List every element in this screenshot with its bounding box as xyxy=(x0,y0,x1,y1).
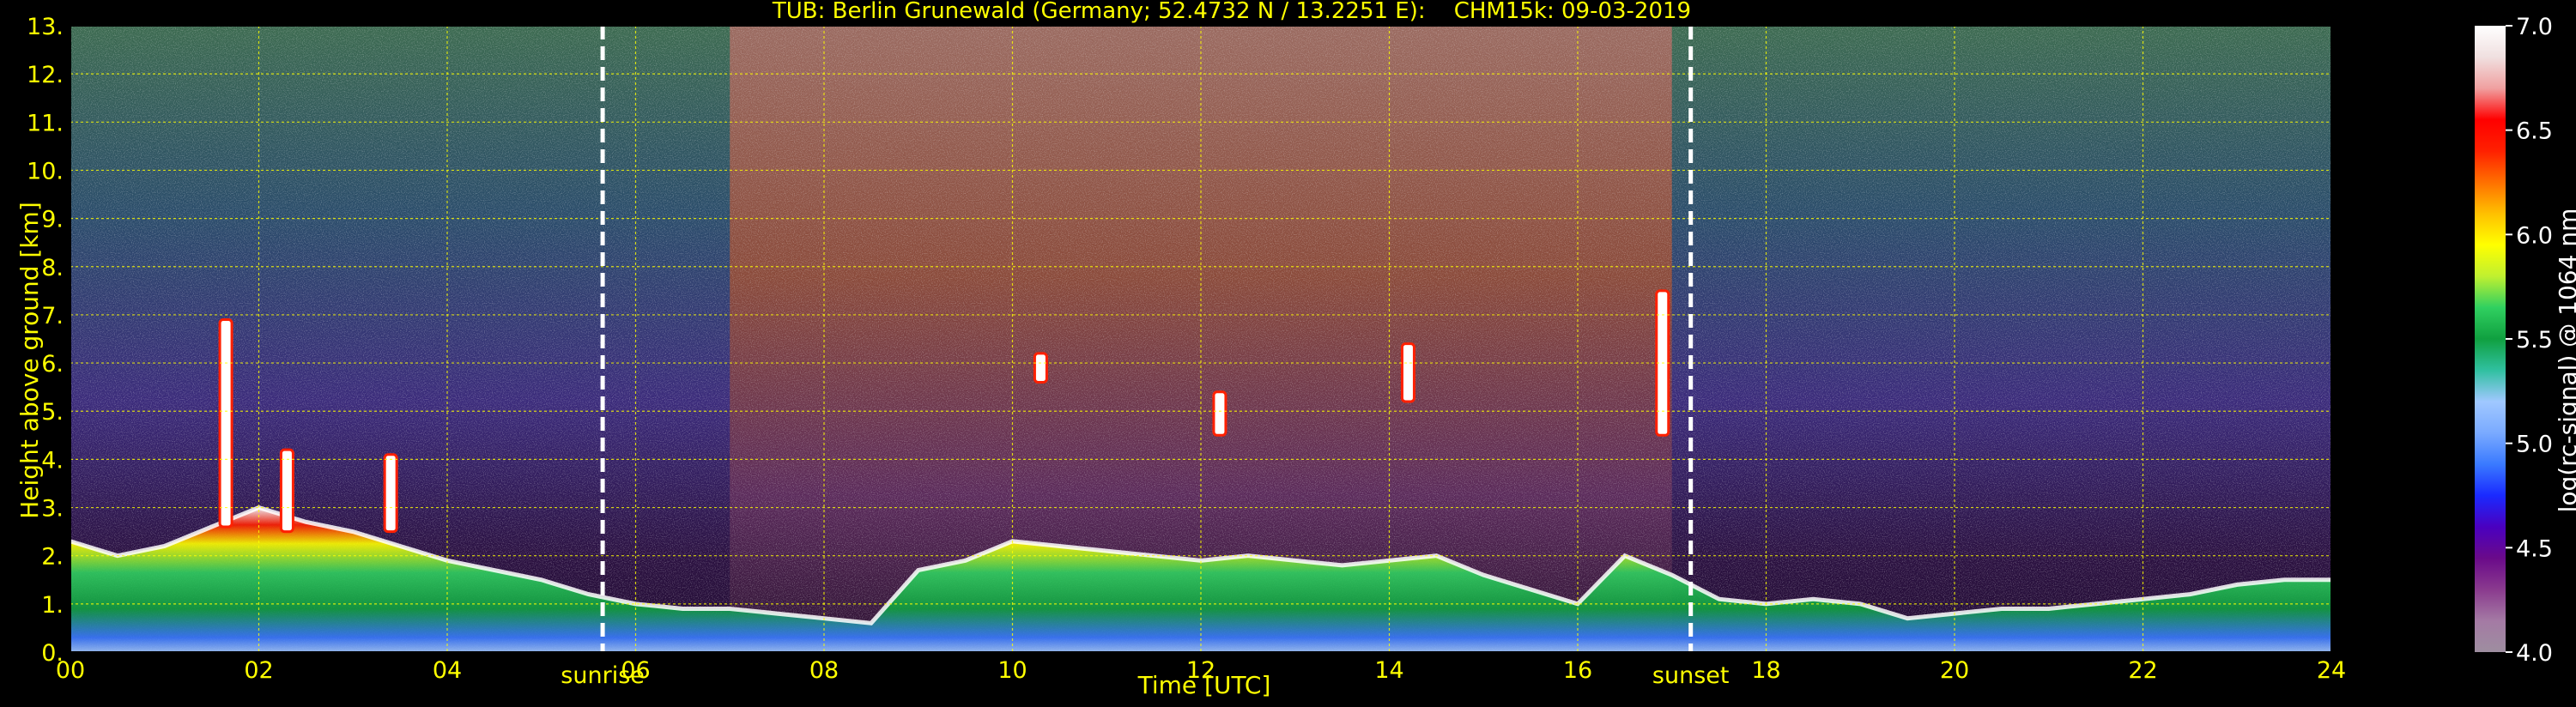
x-tick-label: 20 xyxy=(1940,657,1969,684)
x-tick-label: 12 xyxy=(1186,657,1215,684)
colorbar-tick-label: 4.5 xyxy=(2516,535,2553,562)
cloud-feature xyxy=(218,318,233,529)
y-tick-label: 3. xyxy=(41,496,64,523)
y-tick-label: 0. xyxy=(41,640,64,667)
x-tick-label: 24 xyxy=(2317,657,2346,684)
x-tick-label: 08 xyxy=(809,657,839,684)
y-tick-label: 12. xyxy=(27,62,64,88)
cloud-feature xyxy=(1400,342,1415,403)
y-tick-label: 6. xyxy=(41,351,64,378)
x-tick-label: 14 xyxy=(1374,657,1403,684)
x-tick-label: 04 xyxy=(433,657,462,684)
y-tick-label: 11. xyxy=(27,110,64,136)
colorbar-tick-label: 4.0 xyxy=(2516,640,2553,667)
y-tick-label: 10. xyxy=(27,158,64,184)
colorbar-tick-label: 5.5 xyxy=(2516,327,2553,354)
colorbar-tick-label: 6.5 xyxy=(2516,118,2553,145)
x-tick-label: 02 xyxy=(244,657,273,684)
y-tick-label: 8. xyxy=(41,255,64,281)
plot-area: sunrise sunset00 02 04 06 08 10 12 14 16 18 20 22 240… xyxy=(27,14,2553,689)
y-tick-label: 4. xyxy=(41,447,64,474)
y-tick-label: 13. xyxy=(27,14,64,40)
colorbar-tick-label: 5.0 xyxy=(2516,432,2553,458)
colorbar-tick-label: 7.0 xyxy=(2516,14,2553,40)
sunset-label: sunset xyxy=(1652,662,1730,689)
cloud-feature xyxy=(1033,352,1048,384)
lidar-figure: TUB: Berlin Grunewald (Germany; 52.4732 … xyxy=(0,0,2576,707)
y-tick-label: 5. xyxy=(41,399,64,426)
x-tick-label: 18 xyxy=(1751,657,1780,684)
y-tick-label: 1. xyxy=(41,592,64,619)
y-tick-label: 2. xyxy=(41,544,64,571)
x-tick-label: 10 xyxy=(997,657,1027,684)
colorbar xyxy=(2475,26,2506,652)
x-tick-label: 22 xyxy=(2128,657,2157,684)
cloud-feature xyxy=(279,448,294,534)
cloud-feature xyxy=(383,453,398,534)
y-tick-label: 9. xyxy=(41,207,64,233)
x-tick-label: 16 xyxy=(1563,657,1592,684)
colorbar-tick-label: 6.0 xyxy=(2516,222,2553,249)
x-tick-label: 06 xyxy=(621,657,650,684)
y-tick-label: 7. xyxy=(41,303,64,329)
cloud-feature xyxy=(1212,390,1227,437)
